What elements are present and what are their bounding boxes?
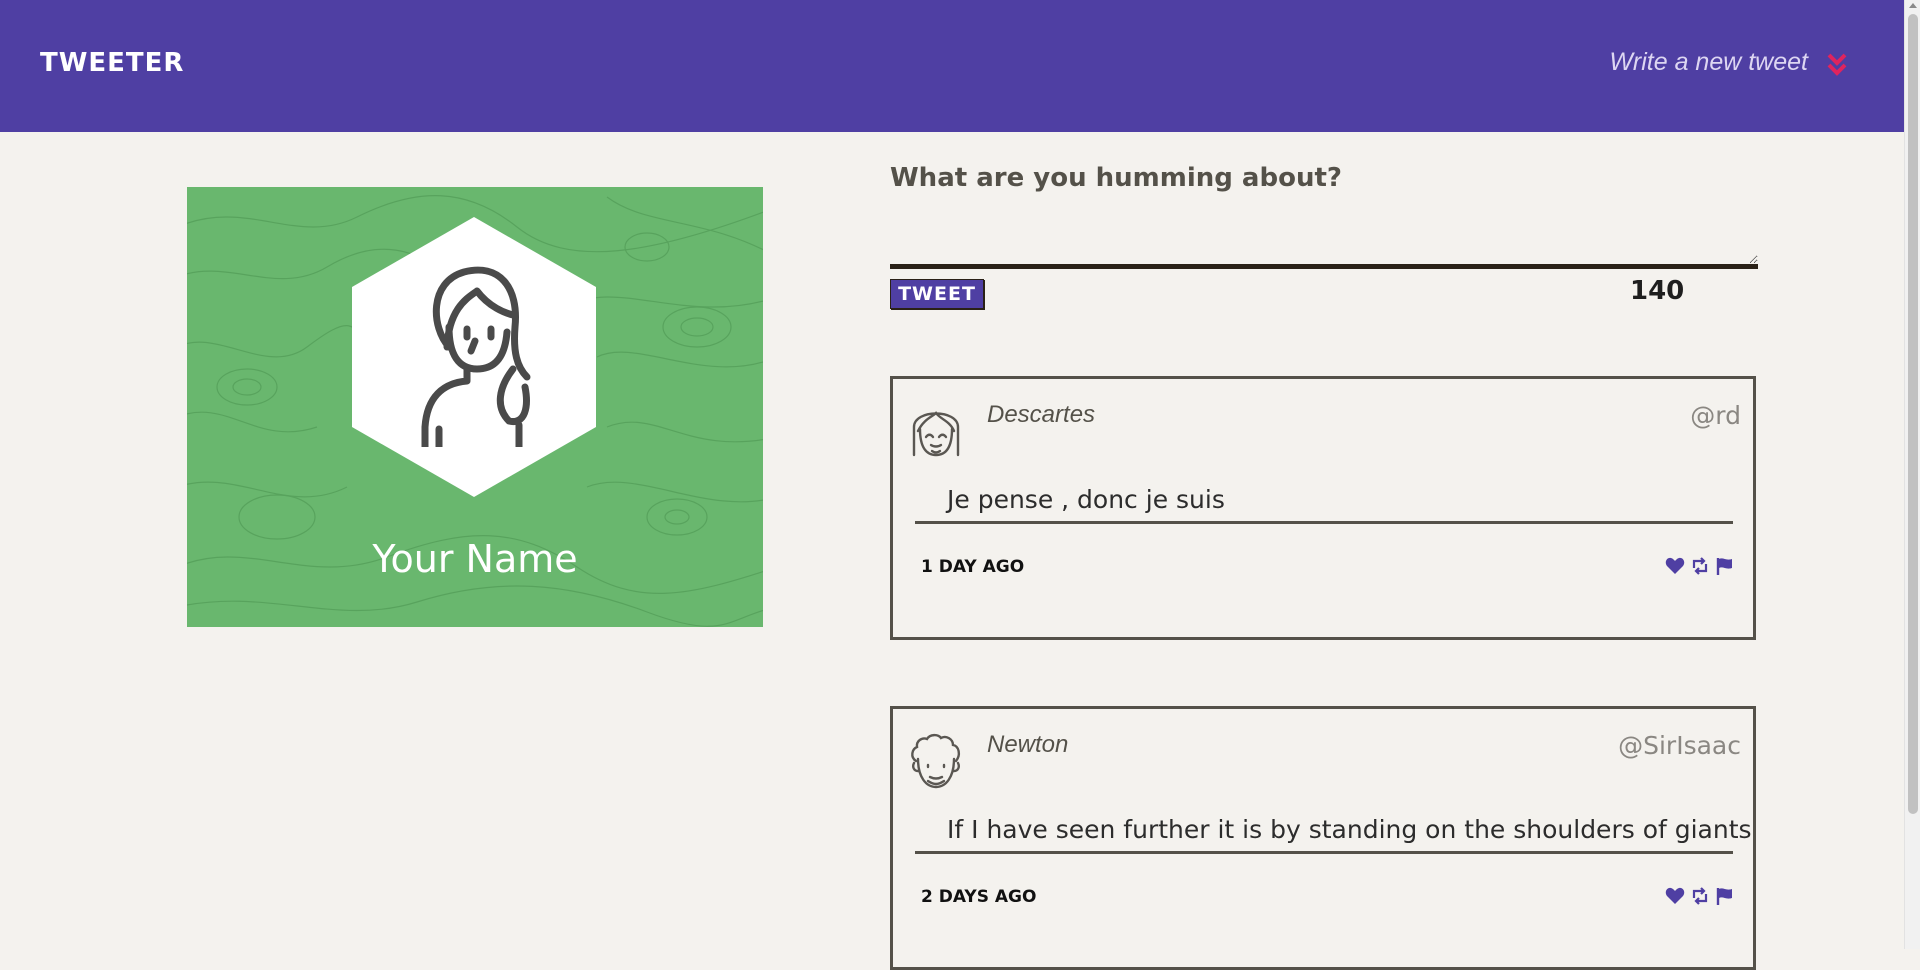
flag-icon[interactable] xyxy=(1715,556,1735,576)
retweet-icon[interactable] xyxy=(1690,886,1710,906)
tweet-timestamp: 1 day ago xyxy=(921,557,1025,577)
tweet-textarea[interactable] xyxy=(890,210,1758,269)
tweet-actions xyxy=(1665,556,1735,576)
tweet-body: Je pense , donc je suis xyxy=(915,485,1733,524)
tweet-text: If I have seen further it is by standing… xyxy=(947,815,1752,844)
bob-haircut-avatar-icon xyxy=(912,411,960,457)
brand-logo[interactable]: TWEETER xyxy=(40,48,184,78)
scrollbar-thumb[interactable] xyxy=(1908,14,1918,814)
profile-card: Your Name xyxy=(187,187,763,627)
profile-name: Your Name xyxy=(372,537,578,581)
flag-icon[interactable] xyxy=(1715,886,1735,906)
heart-icon[interactable] xyxy=(1665,886,1685,906)
retweet-icon[interactable] xyxy=(1690,556,1710,576)
tweet-timestamp: 2 days ago xyxy=(921,887,1037,907)
top-nav: TWEETER Write a new tweet xyxy=(0,0,1904,132)
female-avatar-icon xyxy=(421,266,531,447)
tweet-card: Descartes @rd Je pense , donc je suis 1 … xyxy=(890,376,1756,640)
double-chevron-down-icon[interactable] xyxy=(1826,52,1848,78)
tweet-card: Newton @SirIsaac If I have seen further … xyxy=(890,706,1756,970)
page-scrollbar[interactable] xyxy=(1904,0,1920,949)
tweet-author-handle[interactable]: @rd xyxy=(1690,401,1741,430)
heart-icon[interactable] xyxy=(1665,556,1685,576)
tweet-body: If I have seen further it is by standing… xyxy=(915,815,1752,854)
tweet-author-handle[interactable]: @SirIsaac xyxy=(1618,731,1741,760)
tweet-actions xyxy=(1665,886,1735,906)
character-counter: 140 xyxy=(1630,276,1685,306)
scroll-up-arrow-icon[interactable] xyxy=(1909,3,1917,8)
tweet-text: Je pense , donc je suis xyxy=(947,485,1225,514)
tweet-author-name[interactable]: Newton xyxy=(987,731,1068,759)
curly-hair-avatar-icon xyxy=(911,733,961,789)
tweet-button[interactable]: TWEET xyxy=(890,279,984,309)
compose-title: What are you humming about? xyxy=(890,163,1342,193)
tweet-author-name[interactable]: Descartes xyxy=(987,401,1095,429)
write-new-tweet-link[interactable]: Write a new tweet xyxy=(1609,48,1808,77)
